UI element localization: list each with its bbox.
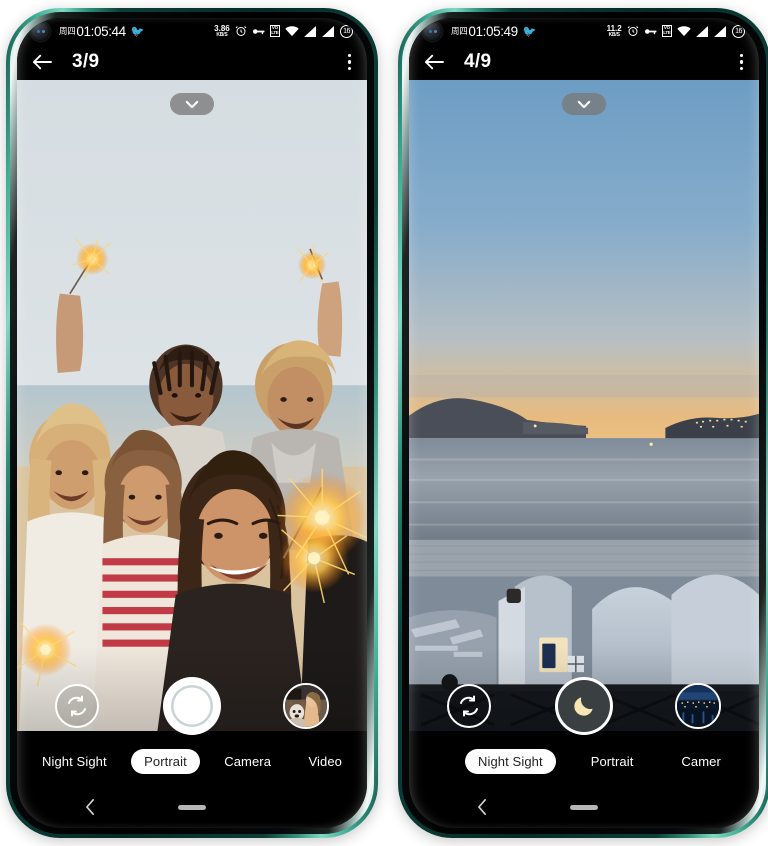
arrow-left-icon[interactable]: [423, 53, 445, 71]
front-camera-punchhole-icon: [31, 21, 50, 41]
system-nav-bar: [17, 786, 367, 828]
app-bar: 4/9: [409, 44, 759, 80]
status-clock: 01:05:49: [468, 23, 518, 39]
phone-bezel: 周四 01:05:49 🐦 11.2 KB/S VO LTE 16 4/9 Ni…: [402, 12, 766, 834]
mode-night-sight[interactable]: Night Sight: [29, 749, 120, 774]
volte-wifi-icon: VO LTE: [661, 24, 672, 38]
status-clock: 01:05:44: [76, 23, 126, 39]
status-day-label: 周四: [59, 26, 76, 36]
volte-wifi-icon: VO LTE: [269, 24, 280, 38]
network-speed-unit: KB/S: [608, 31, 620, 38]
signal-icon: [304, 25, 316, 37]
camera-viewfinder[interactable]: Night Sight Portrait Camera Video: [17, 80, 367, 786]
mode-camera[interactable]: Camer: [668, 749, 734, 774]
camera-flip-button[interactable]: [447, 684, 491, 728]
vpn-key-icon: [252, 28, 265, 34]
camera-flip-icon: [460, 695, 478, 717]
page-title: 3/9: [72, 51, 100, 72]
status-emoji-icon: 🐦: [130, 25, 145, 38]
screenshot-stage: 周四 01:05:44 🐦 3.86 KB/S VO LTE 16 3/9 Ni…: [0, 0, 768, 846]
alarm-icon: [235, 26, 247, 36]
phone-bezel: 周四 01:05:44 🐦 3.86 KB/S VO LTE 16 3/9 Ni…: [10, 12, 374, 834]
status-day-label: 周四: [451, 26, 468, 36]
shutter-button[interactable]: [163, 677, 221, 735]
collapse-toolbar-button[interactable]: [562, 93, 606, 115]
gallery-thumbnail-button[interactable]: [675, 683, 721, 729]
page-title: 4/9: [464, 51, 492, 72]
chevron-down-icon: [185, 100, 199, 108]
camera-flip-icon: [68, 695, 86, 717]
mode-video[interactable]: Video: [295, 749, 355, 774]
status-icons-group: 11.2 KB/S VO LTE 16: [607, 24, 745, 38]
home-pill-icon[interactable]: [570, 804, 598, 810]
network-speed-indicator: 11.2 KB/S: [607, 24, 622, 38]
arrow-left-icon[interactable]: [31, 53, 53, 71]
mode-camera[interactable]: Camera: [211, 749, 284, 774]
mode-night-sight[interactable]: Night Sight: [465, 749, 556, 774]
status-icons-group: 3.86 KB/S VO LTE 16: [214, 24, 353, 38]
signal-icon: [322, 25, 334, 37]
shutter-ring-icon: [171, 685, 213, 727]
signal-icon: [696, 25, 708, 37]
photo-group-selfie: [17, 80, 367, 732]
status-bar: 周四 01:05:44 🐦 3.86 KB/S VO LTE 16: [17, 18, 367, 44]
signal-icon: [714, 25, 726, 37]
wifi-icon: [677, 25, 691, 36]
shutter-button[interactable]: [558, 680, 610, 732]
app-bar: 3/9: [17, 44, 367, 80]
camera-controls: [409, 676, 759, 736]
camera-viewfinder[interactable]: Night Sight Portrait Camer: [409, 80, 759, 786]
woman-with-dog-thumbnail: [285, 685, 327, 727]
more-vert-icon[interactable]: [347, 53, 354, 71]
collapse-toolbar-button[interactable]: [170, 93, 214, 115]
mode-portrait[interactable]: Portrait: [131, 749, 200, 774]
chevron-left-icon[interactable]: [85, 798, 96, 816]
moon-icon: [574, 697, 593, 716]
night-city-coast-thumbnail: [677, 685, 719, 727]
camera-mode-selector: Night Sight Portrait Camera Video: [17, 749, 367, 774]
front-camera-punchhole-icon: [423, 21, 442, 41]
chevron-left-icon[interactable]: [477, 798, 488, 816]
network-speed-indicator: 3.86 KB/S: [214, 24, 230, 38]
camera-mode-selector: Night Sight Portrait Camer: [409, 749, 759, 774]
status-bar: 周四 01:05:49 🐦 11.2 KB/S VO LTE 16: [409, 18, 759, 44]
vpn-key-icon: [644, 28, 657, 34]
phone-screen-left: 周四 01:05:44 🐦 3.86 KB/S VO LTE 16 3/9 Ni…: [17, 18, 367, 828]
camera-controls: [17, 676, 367, 736]
wifi-icon: [285, 25, 299, 36]
chevron-down-icon: [577, 100, 591, 108]
phone-device-left: 周四 01:05:44 🐦 3.86 KB/S VO LTE 16 3/9 Ni…: [6, 8, 378, 838]
gallery-thumbnail-button[interactable]: [283, 683, 329, 729]
photo-santorini-sunset: [409, 80, 759, 732]
more-vert-icon[interactable]: [739, 53, 746, 71]
status-emoji-icon: 🐦: [522, 25, 537, 38]
phone-screen-right: 周四 01:05:49 🐦 11.2 KB/S VO LTE 16 4/9 Ni…: [409, 18, 759, 828]
battery-indicator: 16: [732, 24, 745, 38]
system-nav-bar: [409, 786, 759, 828]
alarm-icon: [627, 26, 639, 36]
home-pill-icon[interactable]: [178, 804, 206, 810]
mode-portrait[interactable]: Portrait: [578, 749, 647, 774]
battery-indicator: 16: [340, 24, 353, 38]
camera-flip-button[interactable]: [55, 684, 99, 728]
phone-device-right: 周四 01:05:49 🐦 11.2 KB/S VO LTE 16 4/9 Ni…: [398, 8, 768, 838]
network-speed-unit: KB/S: [216, 31, 228, 38]
